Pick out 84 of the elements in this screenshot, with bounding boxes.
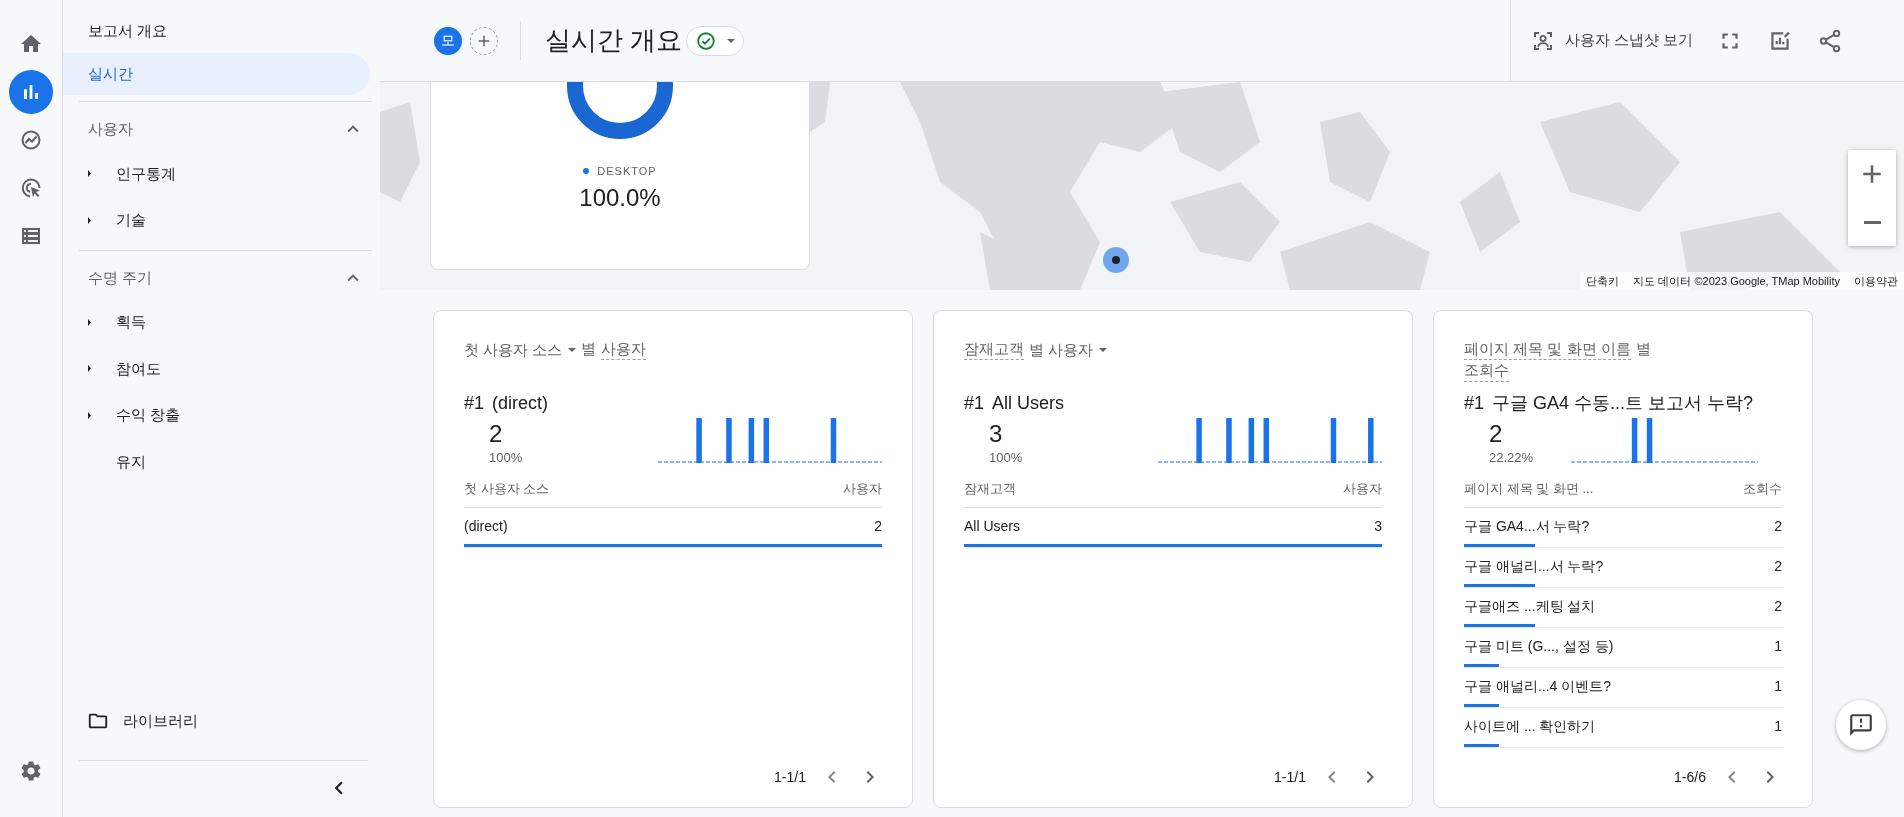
table-cell-text: 2 — [874, 516, 882, 536]
nav-item[interactable]: 유지 — [79, 438, 146, 485]
table-cell-text: 사이트에 ... 확인하기 — [1464, 716, 1596, 736]
section-header[interactable]: 수명 주기 — [79, 256, 372, 299]
table-cell-text: 구글애즈 ...케팅 설치 — [1464, 596, 1596, 616]
percentage-value: 100.0% — [579, 182, 661, 213]
nav-item[interactable]: 기술 — [79, 197, 146, 244]
top-item-name: 구글 GA4 수동...트 보고서 누락? — [1492, 392, 1754, 415]
zoom-in-button[interactable] — [1848, 150, 1896, 198]
table-cell-text: 2 — [1774, 556, 1782, 576]
top-value: 2 — [489, 421, 504, 448]
share-percentage: 100% — [489, 448, 523, 467]
caret-icon — [727, 38, 736, 43]
expand-arrow-icon — [88, 170, 91, 178]
top-item-name: (direct) — [492, 392, 549, 415]
caret-icon — [568, 347, 577, 352]
library-link[interactable]: 라이브러리 — [63, 697, 198, 744]
nav-item[interactable]: 수익 창출 — [79, 392, 181, 439]
nav-item[interactable]: 보고서 개요 — [63, 10, 370, 53]
pagination-label: 1-6/6 — [1674, 767, 1706, 787]
pagination-label: 1-1/1 — [1274, 767, 1306, 787]
top-value: 2 — [1489, 421, 1504, 448]
table-cell-text: 구글 애널리...4 이벤트? — [1464, 676, 1612, 696]
expand-arrow-icon — [88, 318, 91, 326]
section-header[interactable]: 사용자 — [79, 108, 372, 151]
settings-icon — [19, 759, 43, 783]
table-cell-text: 구글 미트 (G..., 설정 등) — [1464, 636, 1614, 656]
feedback-button[interactable] — [1836, 700, 1886, 750]
share-percentage: 100% — [989, 448, 1023, 467]
legend-dot — [583, 168, 590, 175]
top-item-name: All Users — [992, 392, 1065, 415]
table-cell-text: 구글 애널리...서 누락? — [1464, 556, 1604, 576]
nav-item[interactable]: 참여도 — [79, 345, 161, 392]
trend-chart-icon — [19, 128, 43, 152]
table-cell-text: All Users — [964, 516, 1020, 536]
nav-item[interactable]: 실시간 — [63, 52, 370, 95]
rank-label: #1 — [464, 392, 485, 415]
table-cell-text: 구글 GA4...서 누락? — [1464, 516, 1590, 536]
legend-label: DESKTOP — [597, 164, 657, 179]
top-value: 3 — [989, 421, 1004, 448]
zoom-out-button[interactable] — [1848, 198, 1896, 246]
minus-icon — [1863, 220, 1881, 224]
dimension-dropdown[interactable]: 별 사용자 — [1029, 339, 1108, 361]
column-header: 사용자 — [843, 480, 882, 498]
nav-item[interactable]: 획득 — [79, 299, 146, 346]
column-header: 조회수 — [1743, 480, 1782, 498]
table-cell-text: 3 — [1374, 516, 1382, 536]
caret-icon — [1099, 347, 1108, 352]
expand-arrow-icon — [88, 365, 91, 373]
table-cell-text: (direct) — [464, 516, 508, 536]
expand-arrow-icon — [88, 216, 91, 224]
metric-term[interactable]: 조회수 — [1464, 360, 1509, 382]
rank-label: #1 — [964, 392, 985, 415]
column-header: 첫 사용자 소스 — [464, 480, 550, 498]
metric-term[interactable]: 사용자 — [601, 339, 647, 361]
table-cell-text: 2 — [1774, 596, 1782, 616]
avatar[interactable]: 모 — [434, 26, 462, 55]
title-text: 별 — [1635, 339, 1651, 359]
table-cell-text: 1 — [1774, 636, 1782, 656]
feedback-icon — [1848, 712, 1874, 738]
title-text: 별 — [581, 339, 597, 359]
status-dropdown[interactable] — [686, 25, 745, 56]
map-attribution-link[interactable]: 이용약관 — [1854, 272, 1898, 289]
table-cell-text: 1 — [1774, 676, 1782, 696]
column-header: 잠재고객 — [964, 480, 1016, 498]
metric-term[interactable]: 페이지 제목 및 화면 이름 — [1464, 339, 1631, 361]
share-percentage: 22.22% — [1489, 448, 1534, 467]
rank-label: #1 — [1464, 392, 1485, 415]
metric-term[interactable]: 잠재고객 — [964, 339, 1024, 361]
snapshot-button[interactable]: 사용자 스냅샷 보기 — [1527, 24, 1698, 57]
map-attribution-link[interactable]: 단축키 — [1586, 272, 1620, 289]
check-circle-icon — [695, 29, 718, 52]
dimension-dropdown[interactable]: 첫 사용자 소스 — [464, 339, 577, 361]
nav-item[interactable]: 인구통계 — [79, 150, 176, 197]
column-header: 페이지 제목 및 화면 ... — [1464, 480, 1594, 498]
table-cell-text: 1 — [1774, 716, 1782, 736]
page-title: 실시간 개요 — [520, 21, 683, 60]
target-cursor-icon — [19, 176, 43, 200]
table-cell-text: 2 — [1774, 516, 1782, 536]
pagination-label: 1-1/1 — [774, 767, 806, 787]
column-header: 사용자 — [1343, 480, 1382, 498]
expand-arrow-icon — [88, 411, 91, 419]
map-attribution-link[interactable]: 지도 데이터 ©2023 Google, TMap Mobility — [1633, 272, 1840, 289]
rail-button[interactable] — [9, 70, 53, 114]
